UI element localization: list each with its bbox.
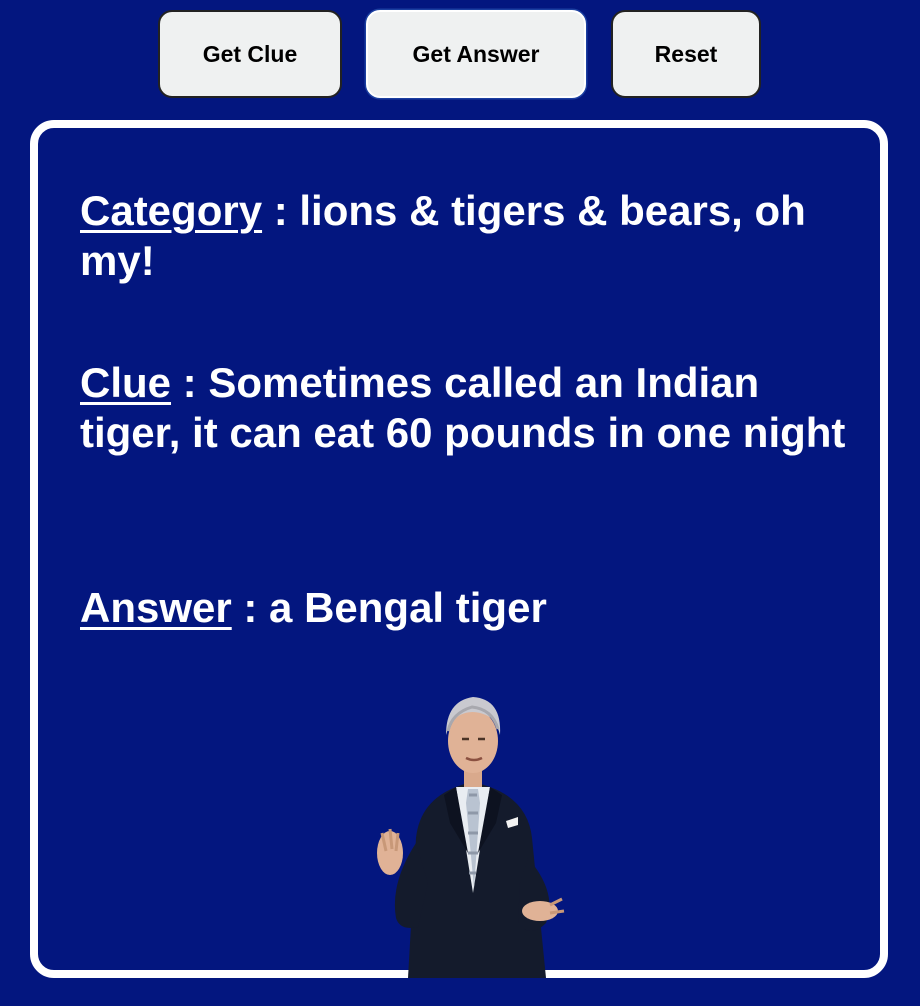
answer-text: Answer : a Bengal tiger bbox=[80, 583, 870, 633]
category-separator: : bbox=[262, 187, 300, 234]
toolbar: Get Clue Get Answer Reset bbox=[0, 10, 920, 102]
get-clue-button[interactable]: Get Clue bbox=[158, 10, 342, 98]
clue-card: Category : lions & tigers & bears, oh my… bbox=[30, 120, 888, 978]
get-answer-button[interactable]: Get Answer bbox=[366, 10, 586, 98]
category-label: Category bbox=[80, 187, 263, 234]
category-text: Category : lions & tigers & bears, oh my… bbox=[80, 186, 870, 286]
clue-text: Clue : Sometimes called an Indian tiger,… bbox=[80, 358, 870, 458]
answer-value: a Bengal tiger bbox=[269, 584, 547, 631]
clue-label: Clue bbox=[80, 359, 172, 406]
answer-separator: : bbox=[231, 584, 270, 631]
host-photo bbox=[377, 697, 565, 978]
clue-separator: : bbox=[171, 359, 209, 406]
reset-button[interactable]: Reset bbox=[611, 10, 761, 98]
answer-label: Answer bbox=[80, 584, 232, 631]
